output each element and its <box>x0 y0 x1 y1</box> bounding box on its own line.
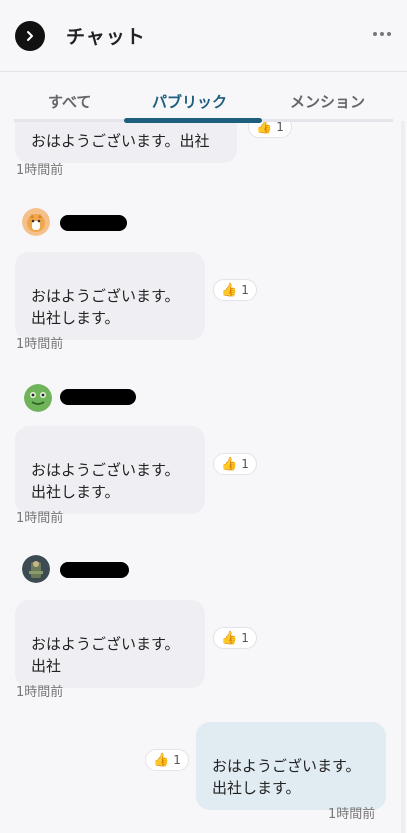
avatar[interactable] <box>22 208 50 236</box>
reaction-button[interactable]: 👍 1 <box>248 121 292 138</box>
message-list[interactable]: おはようございます。出社 👍 1 1時間前 おはようございます。 出社します。 … <box>0 121 407 833</box>
thumbs-up-icon: 👍 <box>153 752 170 768</box>
back-button[interactable] <box>15 21 45 51</box>
message-time: 1時間前 <box>328 807 376 822</box>
message-time: 1時間前 <box>16 511 64 526</box>
reaction-count: 1 <box>173 753 181 767</box>
page-title: チャット <box>66 26 146 48</box>
redacted-username <box>60 215 127 231</box>
tab-mention[interactable]: メンション <box>290 91 365 112</box>
reaction-count: 1 <box>241 457 249 471</box>
chat-tabs: すべて パブリック メンション <box>0 73 407 123</box>
tab-public[interactable]: パブリック <box>152 91 227 112</box>
message-bubble: おはようございます。 出社します。 <box>15 426 205 514</box>
chat-app: チャット すべて パブリック メンション おはようございます。出社 👍 1 1時… <box>0 0 407 833</box>
scrollbar[interactable] <box>401 121 405 833</box>
reaction-count: 1 <box>241 631 249 645</box>
photo-avatar-icon <box>22 555 50 583</box>
reaction-button[interactable]: 👍 1 <box>213 453 257 475</box>
reaction-button[interactable]: 👍 1 <box>213 627 257 649</box>
chevron-right-icon <box>27 31 33 41</box>
avatar[interactable] <box>24 384 52 412</box>
avatar[interactable] <box>22 555 50 583</box>
tiger-avatar-icon <box>22 208 50 236</box>
reaction-count: 1 <box>276 121 284 134</box>
reaction-button[interactable]: 👍 1 <box>145 749 189 771</box>
message-text: おはようございます。 出社します。 <box>212 757 361 797</box>
active-tab-indicator <box>124 118 262 123</box>
message-text: おはようございます。 出社 <box>31 635 180 675</box>
reaction-button[interactable]: 👍 1 <box>213 279 257 301</box>
more-horizontal-icon <box>373 32 377 36</box>
reaction-count: 1 <box>241 283 249 297</box>
chat-header: チャット <box>0 0 407 72</box>
message-time: 1時間前 <box>16 685 64 700</box>
thumbs-up-icon: 👍 <box>221 630 238 646</box>
thumbs-up-icon: 👍 <box>221 456 238 472</box>
message-bubble: おはようございます。 出社 <box>15 600 205 688</box>
redacted-username <box>60 562 129 578</box>
tab-all[interactable]: すべて <box>48 91 91 112</box>
message-text: おはようございます。 出社します。 <box>31 287 180 327</box>
message-text: おはようございます。 出社します。 <box>31 461 180 501</box>
message-time: 1時間前 <box>16 163 64 178</box>
message-bubble: おはようございます。出社 <box>15 121 237 163</box>
thumbs-up-icon: 👍 <box>221 282 238 298</box>
frog-avatar-icon <box>24 384 52 412</box>
message-bubble: おはようございます。 出社します。 <box>15 252 205 340</box>
more-options-button[interactable] <box>373 27 391 41</box>
own-message-bubble: おはようございます。 出社します。 <box>196 722 386 810</box>
message-time: 1時間前 <box>16 337 64 352</box>
redacted-username <box>60 389 136 405</box>
message-text: おはようございます。出社 <box>31 132 210 150</box>
